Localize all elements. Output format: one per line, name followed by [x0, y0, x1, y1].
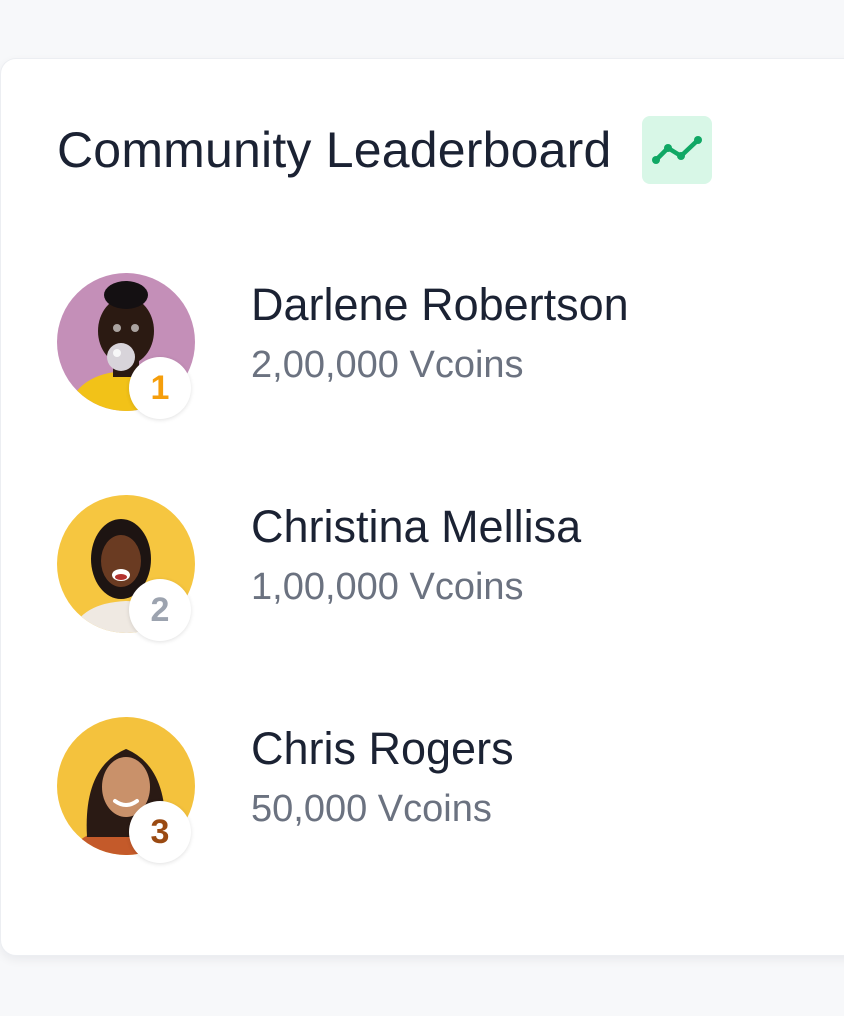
vcoins-value: 50,000 Vcoins — [251, 788, 492, 830]
leaderboard-header: Community Leaderboard — [57, 115, 712, 185]
leaderboard-entry-3[interactable]: 3 Chris Rogers 50,000 Vcoins — [57, 717, 817, 939]
avatar-container: 3 — [57, 717, 197, 863]
leaderboard-entry-1[interactable]: 1 Darlene Robertson 2,00,000 Vcoins — [57, 273, 817, 495]
user-name: Chris Rogers — [251, 723, 514, 774]
trending-up-icon[interactable] — [641, 116, 712, 184]
entry-info: Christina Mellisa 1,00,000 Vcoins — [251, 499, 581, 611]
user-name: Christina Mellisa — [251, 501, 582, 552]
user-name: Darlene Robertson — [251, 279, 629, 330]
avatar-container: 1 — [57, 273, 197, 419]
leaderboard-card: Community Leaderboard 1 Darlene Robertso… — [0, 58, 844, 956]
trending-up-icon-graphic — [651, 136, 702, 164]
leaderboard-entry-2[interactable]: 2 Christina Mellisa 1,00,000 Vcoins — [57, 495, 817, 717]
rank-badge: 2 — [129, 579, 191, 641]
vcoins-value: 2,00,000 Vcoins — [251, 344, 524, 386]
leaderboard-title: Community Leaderboard — [57, 122, 612, 178]
entry-info: Darlene Robertson 2,00,000 Vcoins — [251, 277, 629, 389]
vcoins-value: 1,00,000 Vcoins — [251, 566, 524, 608]
rank-badge: 3 — [129, 801, 191, 863]
rank-badge: 1 — [129, 357, 191, 419]
leaderboard-list: 1 Darlene Robertson 2,00,000 Vcoins 2 Ch… — [57, 273, 817, 939]
entry-info: Chris Rogers 50,000 Vcoins — [251, 721, 514, 833]
avatar-container: 2 — [57, 495, 197, 641]
